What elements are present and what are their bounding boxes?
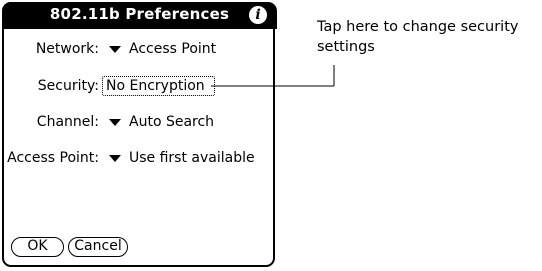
callout-leader-line — [211, 65, 335, 87]
